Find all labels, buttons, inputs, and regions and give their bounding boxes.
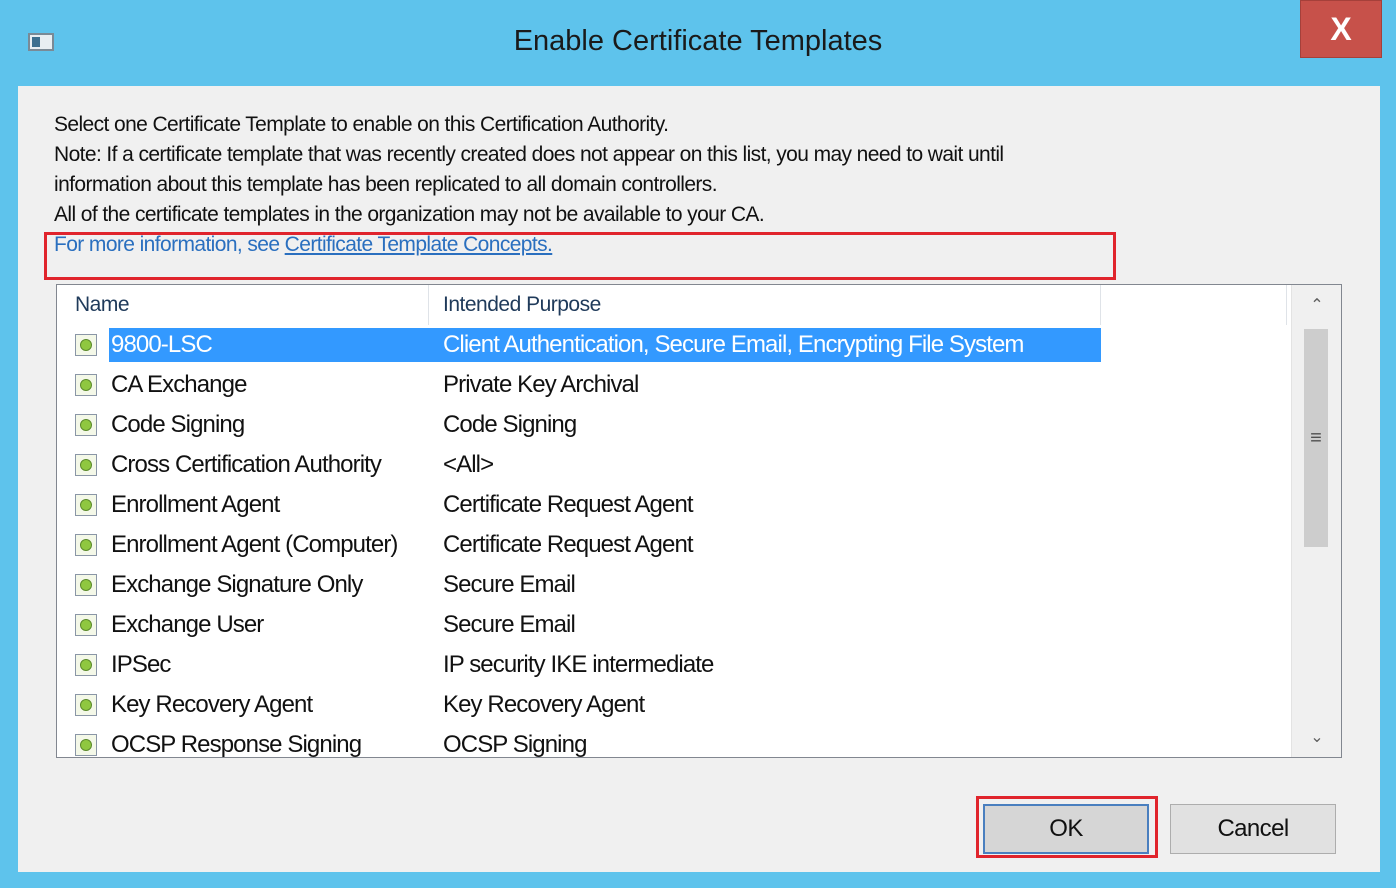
table-row[interactable]: Enrollment Agent (Computer) Certificate R…	[57, 525, 1287, 565]
certificate-template-icon	[75, 694, 97, 716]
vertical-scrollbar[interactable]: ⌃ ≡ ⌄	[1291, 285, 1341, 757]
certificate-template-icon	[75, 574, 97, 596]
template-concepts-link[interactable]: Certificate Template Concepts.	[285, 233, 553, 256]
window-title: Enable Certificate Templates	[513, 25, 883, 57]
dialog-body: Select one Certificate Template to enabl…	[18, 86, 1380, 872]
template-intended-purpose: Secure Email	[443, 611, 576, 638]
table-row[interactable]: OCSP Response Signing OCSP Signing	[57, 725, 1287, 757]
template-name: Cross Certification Authority	[111, 451, 382, 478]
template-name: Key Recovery Agent	[111, 691, 313, 718]
template-intended-purpose: Certificate Request Agent	[443, 531, 694, 558]
template-intended-purpose: Key Recovery Agent	[443, 691, 645, 718]
template-name: OCSP Response Signing	[111, 731, 362, 757]
template-list-viewport: Name Intended Purpose 9800-LSC Client Aut…	[57, 285, 1287, 757]
certificate-template-icon	[75, 454, 97, 476]
template-name: IPSec	[111, 651, 171, 678]
template-list[interactable]: Name Intended Purpose 9800-LSC Client Aut…	[56, 284, 1342, 758]
template-name: 9800-LSC	[111, 331, 213, 358]
description-line: Select one Certificate Template to enabl…	[54, 113, 669, 136]
table-row[interactable]: Key Recovery Agent Key Recovery Agent	[57, 685, 1287, 725]
certificate-template-icon	[75, 494, 97, 516]
template-intended-purpose: OCSP Signing	[443, 731, 587, 757]
description-line: Note: If a certificate template that was…	[54, 143, 1004, 166]
table-row[interactable]: CA Exchange Private Key Archival	[57, 365, 1287, 405]
table-row[interactable]: Exchange Signature Only Secure Email	[57, 565, 1287, 605]
scroll-down-icon[interactable]: ⌄	[1292, 717, 1341, 757]
column-header-empty	[1101, 285, 1287, 325]
list-header: Name Intended Purpose	[57, 285, 1287, 325]
cancel-button[interactable]: Cancel	[1170, 804, 1336, 854]
ok-button[interactable]: OK	[983, 804, 1149, 854]
template-name: Exchange Signature Only	[111, 571, 363, 598]
template-intended-purpose: Secure Email	[443, 571, 576, 598]
certificate-template-icon	[75, 374, 97, 396]
table-row[interactable]: Exchange User Secure Email	[57, 605, 1287, 645]
certificate-template-icon	[75, 654, 97, 676]
description-text: Select one Certificate Template to enabl…	[54, 110, 1354, 260]
template-intended-purpose: IP security IKE intermediate	[443, 651, 714, 678]
template-intended-purpose: Code Signing	[443, 411, 577, 438]
description-line: information about this template has been…	[54, 173, 718, 196]
title-bar[interactable]: Enable Certificate Templates X	[0, 0, 1396, 86]
column-header-name[interactable]: Name	[57, 285, 429, 325]
template-intended-purpose: Client Authentication, Secure Email, Enc…	[443, 331, 1024, 358]
scroll-up-icon[interactable]: ⌃	[1292, 285, 1341, 325]
template-name: CA Exchange	[111, 371, 247, 398]
certificate-template-icon	[75, 334, 97, 356]
table-row[interactable]: 9800-LSC Client Authentication, Secure Em…	[57, 325, 1287, 365]
template-name: Code Signing	[111, 411, 245, 438]
template-name: Exchange User	[111, 611, 264, 638]
template-intended-purpose: Certificate Request Agent	[443, 491, 694, 518]
description-line: All of the certificate templates in the …	[54, 203, 765, 226]
column-header-intended-purpose[interactable]: Intended Purpose	[429, 285, 1101, 325]
certificate-template-icon	[75, 734, 97, 756]
certificate-template-icon	[75, 614, 97, 636]
template-name: Enrollment Agent	[111, 491, 280, 518]
certificate-template-icon	[75, 534, 97, 556]
close-button[interactable]: X	[1300, 0, 1382, 58]
template-intended-purpose: Private Key Archival	[443, 371, 639, 398]
more-info-prefix: For more information, see	[54, 233, 285, 256]
certificate-template-icon	[75, 414, 97, 436]
template-intended-purpose: <All>	[443, 451, 494, 478]
template-name: Enrollment Agent (Computer)	[111, 531, 398, 558]
table-row[interactable]: IPSec IP security IKE intermediate	[57, 645, 1287, 685]
table-row[interactable]: Code Signing Code Signing	[57, 405, 1287, 445]
dialog-window: Enable Certificate Templates X Select on…	[0, 0, 1396, 888]
more-info-line: For more information, see Certificate Te…	[54, 230, 1354, 260]
table-row[interactable]: Enrollment Agent Certificate Request Agen…	[57, 485, 1287, 525]
scroll-thumb[interactable]: ≡	[1304, 329, 1328, 547]
table-row[interactable]: Cross Certification Authority <All>	[57, 445, 1287, 485]
